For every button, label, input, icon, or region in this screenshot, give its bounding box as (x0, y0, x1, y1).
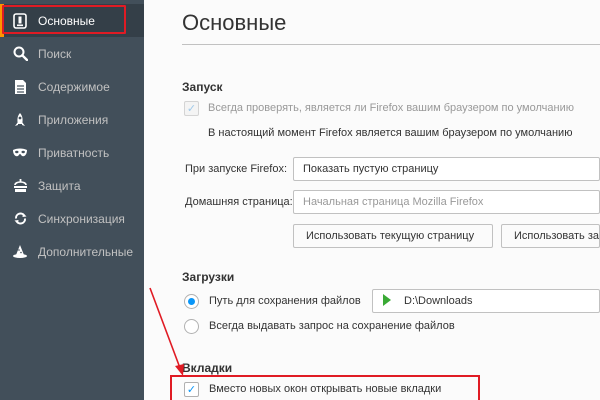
sidebar-item-sync[interactable]: Синхронизация (0, 202, 144, 235)
save-to-path-radio[interactable] (184, 294, 199, 309)
homepage-placeholder: Начальная страница Mozilla Firefox (303, 196, 484, 208)
sidebar-item-advanced[interactable]: Дополнительные (0, 235, 144, 268)
sidebar-item-label: Дополнительные (38, 244, 133, 259)
default-browser-status: В настоящий момент Firefox является ваши… (208, 127, 573, 139)
sidebar-item-search[interactable]: Поиск (0, 37, 144, 70)
sidebar-item-label: Приложения (38, 112, 109, 127)
download-arrow-icon (382, 293, 392, 309)
on-start-select[interactable]: Показать пустую страницу (293, 157, 600, 181)
use-bookmark-label: Использовать закладку… (514, 230, 600, 242)
sidebar-item-label: Содержимое (38, 79, 110, 94)
sync-icon (12, 211, 28, 227)
applications-icon (12, 112, 28, 128)
sidebar-item-label: Приватность (38, 145, 110, 160)
sidebar-item-label: Синхронизация (38, 211, 125, 226)
section-heading-startup: Запуск (182, 80, 223, 94)
sidebar-item-content[interactable]: Содержимое (0, 70, 144, 103)
default-browser-checkbox[interactable]: ✓ (184, 101, 199, 116)
homepage-label: Домашняя страница: (185, 196, 293, 208)
security-icon (12, 178, 28, 194)
use-current-page-label: Использовать текущую страницу (306, 230, 475, 242)
sidebar: Основные Поиск Содержимое Приложения При… (0, 0, 144, 400)
page-title: Основные (182, 10, 287, 35)
download-folder-field[interactable]: D:\Downloads (372, 289, 600, 313)
use-current-page-button[interactable]: Использовать текущую страницу (293, 224, 493, 248)
content-icon (12, 79, 28, 95)
highlight-frame-tabs-option (170, 375, 480, 400)
section-heading-tabs: Вкладки (182, 361, 233, 375)
main-panel: Основные Запуск ✓ Всегда проверять, явля… (144, 0, 600, 400)
on-start-label: При запуске Firefox: (185, 163, 288, 175)
section-heading-downloads: Загрузки (182, 270, 235, 284)
sidebar-item-label: Защита (38, 178, 81, 193)
homepage-input[interactable]: Начальная страница Mozilla Firefox (293, 190, 600, 214)
default-browser-check-label: Всегда проверять, является ли Firefox ва… (208, 102, 574, 114)
sidebar-item-applications[interactable]: Приложения (0, 103, 144, 136)
on-start-selected-value: Показать пустую страницу (303, 163, 439, 175)
sidebar-item-privacy[interactable]: Приватность (0, 136, 144, 169)
use-bookmark-button[interactable]: Использовать закладку… (501, 224, 600, 248)
search-icon (12, 46, 28, 62)
always-ask-label: Всегда выдавать запрос на сохранение фай… (209, 320, 455, 332)
privacy-mask-icon (12, 145, 28, 161)
always-ask-radio[interactable] (184, 319, 199, 334)
title-divider (182, 44, 600, 45)
highlight-frame-general (2, 5, 126, 34)
advanced-hat-icon (12, 244, 28, 260)
download-folder-value: D:\Downloads (404, 295, 473, 307)
save-to-path-label: Путь для сохранения файлов (209, 295, 361, 307)
sidebar-item-security[interactable]: Защита (0, 169, 144, 202)
sidebar-item-label: Поиск (38, 46, 72, 61)
